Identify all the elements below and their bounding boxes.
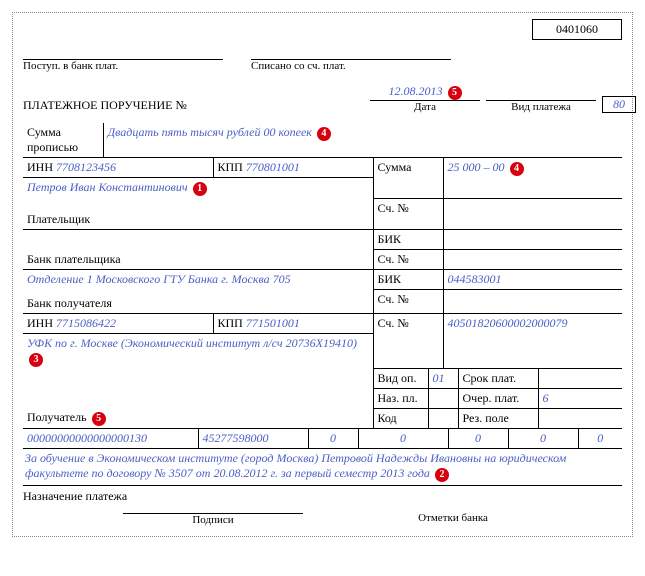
naz-label: Наз. пл. xyxy=(373,389,428,409)
vidop-value: 01 xyxy=(428,369,458,389)
payee-acct-label: Сч. № xyxy=(373,313,443,369)
payee-kpp: 771501001 xyxy=(246,316,300,330)
payer-bank-label: Банк плательщика xyxy=(27,252,121,266)
date-label: Дата xyxy=(370,101,480,113)
tax-c4: 0 xyxy=(358,429,448,449)
amount-words-label2: прописью xyxy=(27,140,78,154)
badge-4b-icon: 4 xyxy=(510,162,524,176)
payee-bank-label: Банк получателя xyxy=(27,296,112,310)
payee-inn: 7715086422 xyxy=(56,316,116,330)
form-code: 0401060 xyxy=(532,19,622,40)
tax-c2: 45277598000 xyxy=(198,429,308,449)
payee-acct: 40501820600002000079 xyxy=(448,316,568,330)
sum-label: Сумма xyxy=(378,160,412,174)
purpose-label: Назначение платежа xyxy=(23,486,622,504)
payer-kpp: 770801001 xyxy=(246,160,300,174)
amount-words-label1: Сумма xyxy=(27,125,61,139)
paytype-value: 80 xyxy=(602,96,636,113)
badge-3-icon: 3 xyxy=(29,353,43,367)
amount-words-value: Двадцать пять тысяч рублей 00 копеек xyxy=(108,125,312,139)
written-off-label: Списано со сч. плат. xyxy=(251,60,451,72)
payee-kpp-label: КПП xyxy=(218,316,243,330)
rez-label: Рез. поле xyxy=(458,409,538,429)
purpose-text: За обучение в Экономическом институте (г… xyxy=(25,451,566,480)
kod-label: Код xyxy=(373,409,428,429)
payer-inn-label: ИНН xyxy=(27,160,53,174)
payee-inn-label: ИНН xyxy=(27,316,53,330)
payer-bik-label: БИК xyxy=(373,230,443,250)
sign-label: Подписи xyxy=(123,514,303,526)
paytype-line xyxy=(486,86,596,101)
sum-value: 25 000 – 00 xyxy=(448,160,505,174)
ocher-value: 6 xyxy=(538,389,622,409)
tax-c1: 00000000000000000130 xyxy=(23,429,198,449)
badge-2-icon: 2 xyxy=(435,468,449,482)
srok-label: Срок плат. xyxy=(458,369,538,389)
payer-name: Петров Иван Константинович xyxy=(27,180,188,194)
tax-c5: 0 xyxy=(448,429,508,449)
vidop-label: Вид оп. xyxy=(373,369,428,389)
payee-bank-acct-label: Сч. № xyxy=(373,290,443,314)
paytype-label: Вид платежа xyxy=(486,101,596,113)
tax-c3: 0 xyxy=(308,429,358,449)
badge-1-icon: 1 xyxy=(193,182,207,196)
doc-title: ПЛАТЕЖНОЕ ПОРУЧЕНИЕ № xyxy=(23,98,218,113)
badge-4-icon: 4 xyxy=(317,127,331,141)
payer-acct-label: Сч. № xyxy=(373,198,443,230)
payee-bank-bik-label: БИК xyxy=(373,270,443,290)
payer-inn: 7708123456 xyxy=(56,160,116,174)
payee-bank-name: Отделение 1 Московского ГТУ Банка г. Мос… xyxy=(27,272,291,286)
payer-label: Плательщик xyxy=(27,212,90,226)
tax-c7: 0 xyxy=(578,429,622,449)
written-off-line xyxy=(251,46,451,60)
bank-mark-label: Отметки банка xyxy=(363,512,543,524)
badge-5-icon: 5 xyxy=(448,86,462,100)
payer-kpp-label: КПП xyxy=(218,160,243,174)
payee-bank-bik: 044583001 xyxy=(448,272,502,286)
bank-in-line xyxy=(23,46,223,60)
ocher-label: Очер. плат. xyxy=(458,389,538,409)
badge-5b-icon: 5 xyxy=(92,412,106,426)
payee-label: Получатель xyxy=(27,410,87,424)
date-value: 12.08.2013 xyxy=(389,84,443,98)
payer-bank-acct-label: Сч. № xyxy=(373,250,443,270)
tax-c6: 0 xyxy=(508,429,578,449)
payee-name: УФК по г. Москве (Экономический институт… xyxy=(27,336,357,350)
bank-in-label: Поступ. в банк плат. xyxy=(23,60,223,72)
